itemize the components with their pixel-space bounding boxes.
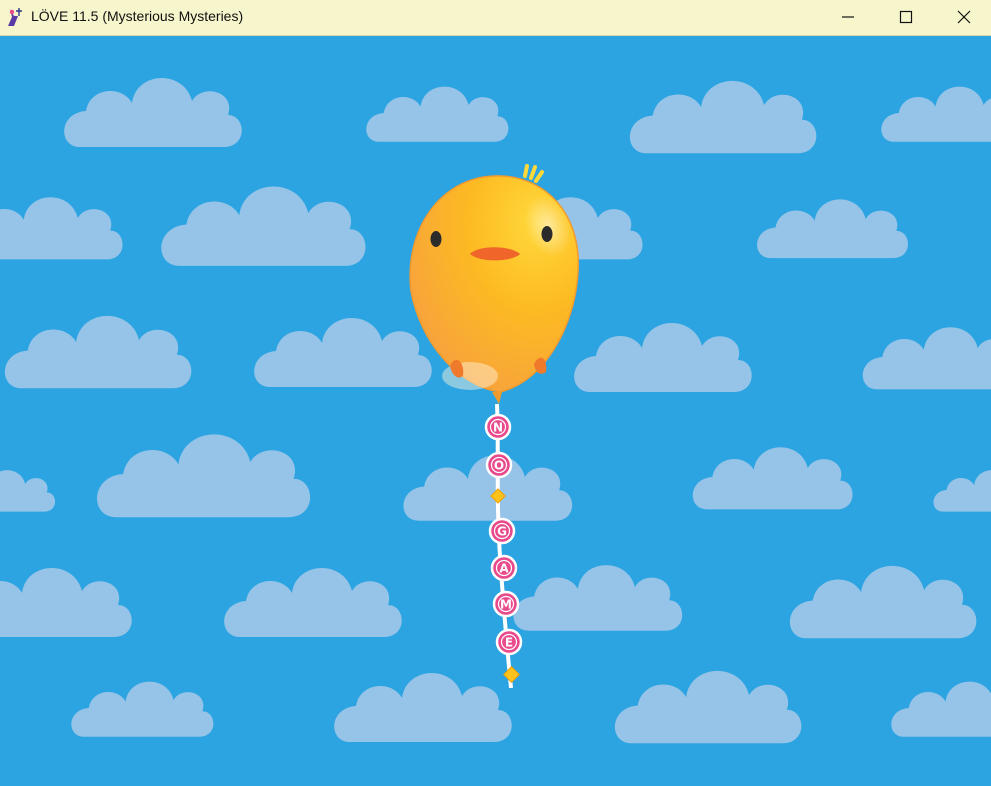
maximize-icon <box>899 10 913 24</box>
love-app-icon <box>5 7 23 27</box>
cloud <box>757 199 908 259</box>
cloud <box>64 77 242 147</box>
bead-letter: A <box>499 562 509 576</box>
title-bar[interactable]: LÖVE 11.5 (Mysterious Mysteries) <box>0 0 991 36</box>
cloud <box>692 447 853 510</box>
bead-letter: G <box>497 525 507 539</box>
window-title: LÖVE 11.5 (Mysterious Mysteries) <box>31 8 244 24</box>
bead-letter: E <box>505 636 513 650</box>
cloud <box>891 681 991 737</box>
cloud <box>574 322 752 392</box>
cloud <box>71 681 214 737</box>
app-window: LÖVE 11.5 (Mysterious Mysteries) N O G A… <box>0 0 991 786</box>
balloon-knot <box>492 392 502 404</box>
cloud <box>933 470 991 512</box>
cloud <box>97 434 311 518</box>
minimize-icon <box>842 16 854 18</box>
bead-letter: M <box>500 598 512 612</box>
letter-bead: M <box>492 590 520 618</box>
cloud <box>0 470 56 512</box>
letter-bead: A <box>490 554 518 582</box>
left-eye <box>430 231 442 247</box>
cloud <box>789 565 977 639</box>
cloud <box>0 197 123 260</box>
minimize-button[interactable] <box>819 0 877 35</box>
cloud <box>161 186 366 266</box>
bead-letter: O <box>494 459 504 473</box>
letter-bead: E <box>495 628 523 656</box>
bead-letter: N <box>493 421 503 435</box>
game-canvas[interactable]: N O G A M E <box>0 36 991 786</box>
cloud <box>629 80 817 154</box>
right-eye <box>541 226 553 242</box>
cloud <box>366 86 509 142</box>
cloud <box>513 565 683 631</box>
cloud <box>881 86 991 142</box>
cloud <box>254 317 432 387</box>
cloud <box>0 567 132 637</box>
cloud <box>334 672 512 742</box>
close-button[interactable] <box>935 0 991 35</box>
letter-bead: N <box>484 413 512 441</box>
maximize-button[interactable] <box>877 0 935 35</box>
close-icon <box>957 10 971 24</box>
cloud <box>4 315 192 389</box>
duck-balloon[interactable] <box>409 164 579 404</box>
letter-bead: O <box>485 451 513 479</box>
cloud <box>224 567 402 637</box>
letter-bead: G <box>488 517 516 545</box>
duck-crest <box>523 164 544 183</box>
string-charm <box>503 666 520 683</box>
cloud <box>862 327 991 390</box>
cloud <box>614 670 802 744</box>
